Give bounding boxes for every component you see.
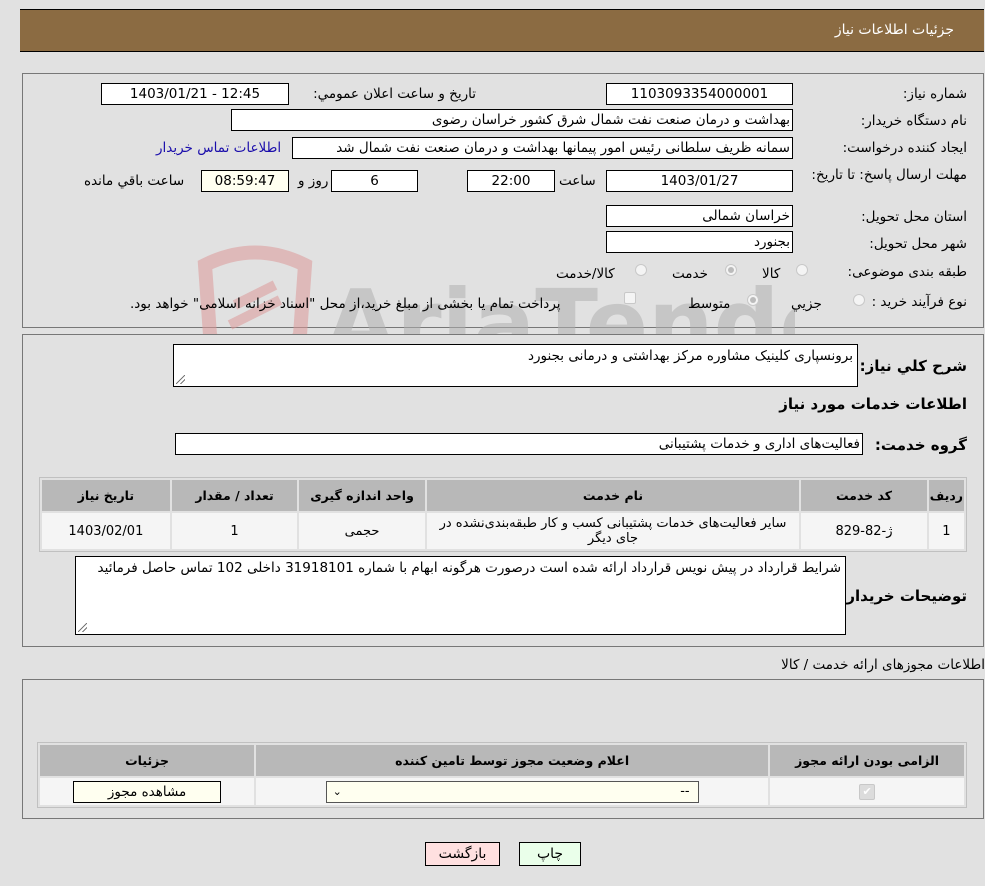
cell-service-code: ژ-82-829 — [801, 513, 927, 549]
purchase-type-option-medium: متوسط — [688, 296, 731, 312]
col-header-service-code: کد خدمت — [801, 480, 927, 511]
col-header-need-date: تاریخ نیاز — [42, 480, 170, 511]
services-table-header: رديف کد خدمت نام خدمت واحد اندازه گيری ت… — [42, 480, 964, 511]
cell-license-required: ✔ — [770, 778, 964, 805]
cell-license-status: -- ⌄ — [256, 778, 769, 805]
delivery-province-label: استان محل تحویل: — [861, 209, 967, 225]
requester-label: ایجاد کننده درخواست: — [842, 140, 967, 156]
service-group-label: گروه خدمت: — [874, 436, 967, 454]
remaining-time-field: 08:59:47 — [201, 170, 289, 192]
deadline-time-label: ساعت — [559, 173, 596, 189]
announce-datetime-label: تاریخ و ساعت اعلان عمومي: — [313, 86, 476, 102]
purchase-type-option-minor: جزيي — [791, 296, 822, 312]
category-option-service: خدمت — [672, 266, 708, 282]
col-header-license-required: الزامی بودن ارائه مجوز — [770, 745, 964, 776]
services-table: رديف کد خدمت نام خدمت واحد اندازه گيری ت… — [39, 477, 967, 552]
licenses-table: الزامی بودن ارائه مجوز اعلام وضعیت مجوز … — [37, 742, 967, 808]
buyer-contact-link[interactable]: اطلاعات تماس خريدار — [156, 140, 281, 156]
col-header-quantity: تعداد / مقدار — [171, 480, 298, 511]
remaining-time-label: ساعت باقي مانده — [84, 173, 185, 189]
description-textarea[interactable]: برونسپاری کلینیک مشاوره مرکز بهداشتی و د… — [173, 344, 858, 387]
announce-datetime-field: 1403/01/21 - 12:45 — [101, 83, 289, 105]
buyer-org-label: نام دستگاه خريدار: — [860, 113, 967, 129]
treasury-checkbox[interactable] — [624, 292, 636, 304]
licenses-heading: اطلاعات مجوزهای ارائه خدمت / کالا — [781, 657, 985, 673]
col-header-row: رديف — [928, 480, 964, 511]
buyer-org-field: بهداشت و درمان صنعت نفت شمال شرق کشور خر… — [231, 109, 793, 131]
treasury-checkbox-label: پرداخت تمام یا بخشی از مبلغ خرید،از محل … — [130, 296, 561, 312]
cell-need-date: 1403/02/01 — [42, 513, 170, 549]
licenses-table-header: الزامی بودن ارائه مجوز اعلام وضعیت مجوز … — [40, 745, 964, 776]
table-row: 1 ژ-82-829 سایر فعالیت‌های خدمات پشتیبان… — [42, 513, 964, 549]
category-radio-goods-service[interactable] — [635, 264, 647, 276]
page-header: جزئیات اطلاعات نیاز — [20, 9, 984, 52]
buyer-notes-textarea[interactable]: شرایط قرارداد در پیش نویس قرارداد ارائه … — [75, 556, 846, 635]
cell-unit: حجمی — [299, 513, 425, 549]
delivery-province-field: خراسان شمالی — [606, 205, 793, 227]
buyer-notes-label: توضیحات خریدار: — [840, 587, 967, 605]
deadline-label: مهلت ارسال پاسخ: تا تاریخ: — [811, 167, 967, 183]
services-heading: اطلاعات خدمات مورد نیاز — [779, 395, 967, 413]
need-number-label: شماره نیاز: — [902, 86, 967, 102]
service-group-field: فعالیت‌های اداری و خدمات پشتیبانی — [175, 433, 863, 455]
description-label: شرح کلي نياز: — [859, 357, 967, 375]
description-text: برونسپاری کلینیک مشاوره مرکز بهداشتی و د… — [527, 348, 853, 364]
category-radio-goods[interactable] — [796, 264, 808, 276]
deadline-time-field: 22:00 — [467, 170, 555, 192]
remaining-days-field: 6 — [331, 170, 418, 192]
back-button[interactable]: بازگشت — [425, 842, 500, 866]
delivery-city-field: بجنورد — [606, 231, 793, 253]
cell-quantity: 1 — [171, 513, 298, 549]
requester-field: سمانه ظریف سلطانی رئیس امور پیمانها بهدا… — [292, 137, 793, 159]
col-header-license-status: اعلام وضعیت مجوز توسط تامین کننده — [256, 745, 769, 776]
category-label: طبقه بندی موضوعی: — [847, 264, 967, 280]
category-option-goods-service: کالا/خدمت — [556, 266, 615, 282]
purchase-type-radio-minor[interactable] — [853, 294, 865, 306]
need-number-field: 1103093354000001 — [606, 83, 793, 105]
license-status-select[interactable]: -- ⌄ — [325, 780, 699, 803]
col-header-unit: واحد اندازه گيری — [299, 480, 425, 511]
cell-details: مشاهده مجوز — [40, 778, 255, 805]
license-status-value: -- — [680, 783, 690, 799]
resize-grip-icon[interactable] — [78, 623, 87, 632]
print-button[interactable]: چاپ — [519, 842, 581, 866]
resize-grip-icon[interactable] — [176, 375, 185, 384]
license-required-checkbox: ✔ — [859, 783, 876, 800]
deadline-date-field: 1403/01/27 — [606, 170, 793, 192]
chevron-down-icon: ⌄ — [332, 784, 342, 798]
col-header-service-name: نام خدمت — [426, 480, 800, 511]
table-row: ✔ -- ⌄ مشاهده مجوز — [40, 778, 964, 805]
days-label: روز و — [298, 173, 329, 189]
purchase-type-label: نوع فرآیند خرید : — [871, 294, 967, 310]
purchase-type-radio-medium[interactable] — [747, 294, 759, 306]
cell-row-number: 1 — [928, 513, 964, 549]
col-header-details: جزئیات — [40, 745, 255, 776]
page-title: جزئیات اطلاعات نیاز — [834, 22, 954, 38]
cell-service-name: سایر فعالیت‌های خدمات پشتیبانی کسب و کار… — [426, 513, 800, 549]
category-option-goods: کالا — [762, 266, 781, 282]
category-radio-service[interactable] — [725, 264, 737, 276]
view-license-button[interactable]: مشاهده مجوز — [73, 780, 222, 803]
delivery-city-label: شهر محل تحویل: — [869, 236, 967, 252]
buyer-notes-text: شرایط قرارداد در پیش نویس قرارداد ارائه … — [97, 560, 841, 576]
